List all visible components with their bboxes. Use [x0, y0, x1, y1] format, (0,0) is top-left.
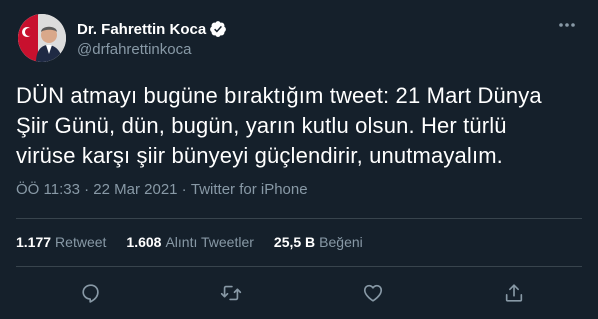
avatar[interactable] — [18, 14, 66, 62]
divider — [16, 218, 582, 219]
quote-count: 1.608 — [126, 234, 162, 250]
like-icon[interactable] — [360, 280, 386, 306]
tweet-text: DÜN atmayı bugüne bıraktığım tweet: 21 M… — [16, 83, 542, 168]
like-label: Beğeni — [319, 234, 363, 250]
quote-label: Alıntı Tweetler — [165, 234, 254, 250]
divider — [16, 266, 582, 267]
retweet-count: 1.177 — [16, 234, 52, 250]
handle[interactable]: @drfahrettinkoca — [77, 41, 227, 58]
share-icon[interactable] — [501, 280, 527, 306]
verified-badge-icon — [209, 20, 227, 38]
avatar-image — [18, 14, 66, 62]
author-names: Dr. Fahrettin Koca @drfahrettinkoca — [77, 19, 227, 58]
like-stat[interactable]: 25,5 B Beğeni — [274, 234, 363, 250]
display-name-row: Dr. Fahrettin Koca — [77, 19, 227, 39]
more-options-icon[interactable] — [556, 14, 578, 36]
tweet-metadata: ÖÖ 11:33 · 22 Mar 2021 · Twitter for iPh… — [16, 181, 308, 198]
quote-stat[interactable]: 1.608 Alıntı Tweetler — [126, 234, 254, 250]
tweet-date[interactable]: 22 Mar 2021 — [93, 181, 177, 198]
meta-separator: · — [177, 181, 191, 198]
reply-icon[interactable] — [78, 280, 104, 306]
display-name[interactable]: Dr. Fahrettin Koca — [77, 21, 206, 38]
retweet-label: Retweet — [55, 234, 107, 250]
tweet-header: Dr. Fahrettin Koca @drfahrettinkoca — [16, 12, 582, 62]
tweet-actions — [16, 280, 582, 306]
tweet-source[interactable]: Twitter for iPhone — [191, 181, 308, 198]
meta-separator: · — [79, 181, 94, 198]
tweet-stats: 1.177 Retweet 1.608 Alıntı Tweetler 25,5… — [16, 234, 383, 250]
tweet-time[interactable]: ÖÖ 11:33 — [16, 181, 80, 198]
retweet-icon[interactable] — [218, 280, 244, 306]
like-count: 25,5 B — [273, 234, 316, 250]
tweet-detail: Dr. Fahrettin Koca @drfahrettinkoca DÜN … — [0, 0, 598, 319]
retweet-stat[interactable]: 1.177 Retweet — [16, 234, 106, 250]
